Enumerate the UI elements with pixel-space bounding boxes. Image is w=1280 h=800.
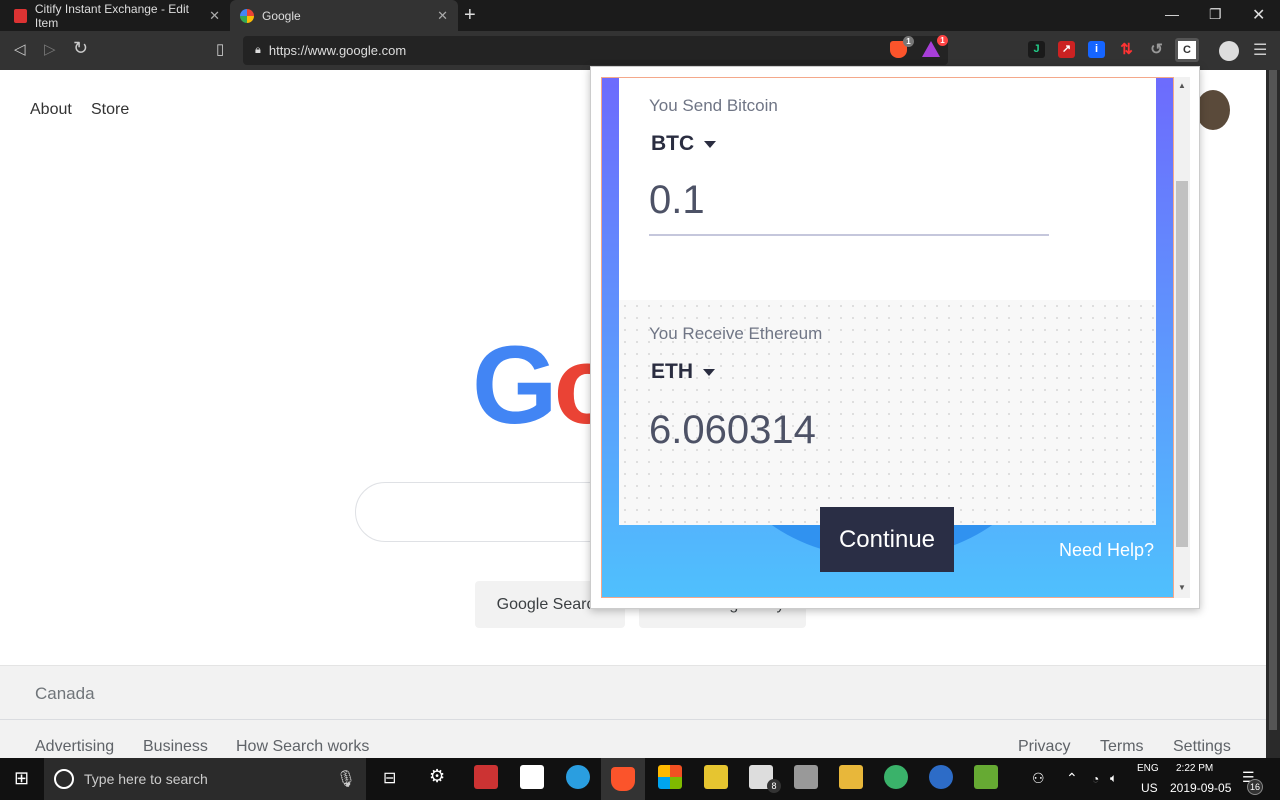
country-label: Canada [35, 684, 95, 703]
mail-icon[interactable]: 8 [749, 765, 781, 793]
extension-popup: You Send Bitcoin BTC 0.1 You Receive Eth… [590, 66, 1200, 609]
brave-rewards-icon[interactable]: 1 [922, 35, 948, 57]
about-link[interactable]: About [30, 101, 72, 119]
tray-chevron-icon[interactable]: ⌃ [1066, 770, 1078, 787]
menu-icon[interactable]: ☰ [1253, 40, 1267, 60]
need-help-link[interactable]: Need Help? [1059, 540, 1154, 561]
send-label: You Send Bitcoin [649, 96, 778, 115]
telegram-icon[interactable] [566, 765, 590, 789]
brave-taskbar-active[interactable] [601, 758, 645, 800]
rewards-badge: 1 [937, 35, 948, 46]
privacy-link[interactable]: Privacy [1018, 738, 1070, 756]
bookmark-icon[interactable]: ▯ [216, 40, 224, 58]
volume-icon[interactable]: 🔈︎ [1110, 771, 1117, 786]
close-tab-icon[interactable]: ✕ [209, 8, 220, 24]
user-avatar[interactable] [1196, 90, 1230, 130]
microphone-icon[interactable]: 🎙︎ [336, 769, 356, 789]
clock-date[interactable]: 2019-09-05 [1170, 781, 1231, 795]
app-icon[interactable] [884, 765, 908, 789]
scroll-down-icon[interactable]: ▼ [1178, 583, 1186, 592]
advertising-link[interactable]: Advertising [35, 738, 114, 756]
footer-divider [0, 719, 1266, 720]
tab-title: Google [262, 8, 301, 23]
tab-title: Citify Instant Exchange - Edit Item [34, 1, 189, 30]
cortana-icon [54, 769, 74, 789]
address-bar[interactable]: 🔒︎ https://www.google.com [243, 36, 948, 65]
brave-shield-icon[interactable]: 1 [890, 36, 914, 58]
wifi-icon[interactable]: ◔ [1092, 772, 1099, 786]
receive-amount: 6.060314 [649, 408, 816, 452]
caret-down-icon [704, 140, 717, 148]
shield-badge: 1 [903, 36, 914, 47]
send-amount: 0.1 [649, 178, 705, 222]
restore-icon[interactable]: ❐ [1209, 6, 1222, 23]
app-icon[interactable] [474, 765, 498, 789]
tab-bar: Citify Instant Exchange - Edit Item ✕ Go… [0, 0, 1280, 31]
mail-badge: 8 [767, 779, 781, 793]
app-icon[interactable] [974, 765, 998, 789]
citify-favicon [14, 8, 27, 23]
url-text: https://www.google.com [268, 43, 407, 58]
minimize-icon[interactable]: — [1165, 6, 1179, 22]
caret-down-icon [703, 368, 715, 376]
receive-section: You Receive Ethereum ETH 6.060314 [619, 300, 1156, 525]
file-explorer-icon[interactable] [839, 765, 863, 789]
close-tab-icon[interactable]: ✕ [437, 8, 448, 24]
store-icon[interactable] [658, 765, 682, 789]
send-amount-input[interactable]: 0.1 [649, 178, 1049, 236]
app-icon[interactable] [520, 765, 544, 789]
continue-button[interactable]: Continue [820, 507, 954, 572]
tab-google[interactable]: Google ✕ [230, 0, 458, 31]
new-tab-icon[interactable]: + [464, 4, 476, 27]
forward-icon[interactable]: ▷ [44, 40, 56, 58]
profile-avatar[interactable] [1219, 41, 1239, 61]
terms-link[interactable]: Terms [1100, 738, 1144, 756]
extension-arrow-icon[interactable]: ↗ [1058, 41, 1075, 58]
people-icon[interactable]: ⚇ [1032, 770, 1045, 787]
tab-citify[interactable]: Citify Instant Exchange - Edit Item ✕ [4, 0, 230, 31]
app-icon[interactable] [929, 765, 953, 789]
app-icon[interactable] [704, 765, 728, 789]
store-link[interactable]: Store [91, 101, 129, 119]
google-favicon [240, 8, 254, 23]
app-icon[interactable] [794, 765, 818, 789]
task-view-icon[interactable]: ⊟ [383, 768, 396, 788]
history-icon[interactable]: ↺ [1148, 41, 1165, 58]
windows-start-icon[interactable]: ⊞ [14, 768, 29, 789]
close-window-icon[interactable]: ✕ [1252, 5, 1265, 25]
exchange-card: You Send Bitcoin BTC 0.1 You Receive Eth… [619, 78, 1156, 525]
popup-scrollbar[interactable]: ▲ ▼ [1174, 77, 1190, 598]
lock-icon: 🔒︎ [255, 44, 261, 56]
settings-icon[interactable]: ⚙ [429, 766, 445, 787]
clock-time[interactable]: 2:22 PM [1176, 763, 1213, 774]
settings-link[interactable]: Settings [1173, 738, 1231, 756]
reload-icon[interactable]: ↻ [73, 38, 88, 59]
send-coin: BTC [651, 132, 695, 155]
extension-transfer-icon[interactable]: ⇅ [1118, 41, 1135, 58]
receive-coin: ETH [651, 360, 693, 383]
language-bottom[interactable]: US [1141, 781, 1158, 795]
business-link[interactable]: Business [143, 738, 208, 756]
exchange-panel: You Send Bitcoin BTC 0.1 You Receive Eth… [601, 77, 1174, 598]
notification-count: 16 [1247, 779, 1263, 795]
language-top[interactable]: ENG [1137, 763, 1159, 774]
citify-extension-icon[interactable]: C [1175, 38, 1199, 62]
send-coin-select[interactable]: BTC [651, 132, 717, 156]
page-scrollbar[interactable] [1266, 70, 1280, 758]
receive-coin-select[interactable]: ETH [651, 360, 715, 384]
extension-info-icon[interactable]: i [1088, 41, 1105, 58]
receive-label: You Receive Ethereum [649, 324, 823, 343]
search-placeholder: Type here to search [84, 771, 208, 787]
scroll-up-icon[interactable]: ▲ [1178, 81, 1186, 90]
extension-green-icon[interactable]: J [1028, 41, 1045, 58]
back-icon[interactable]: ◁ [14, 40, 26, 58]
taskbar-search[interactable]: Type here to search 🎙︎ [44, 758, 366, 800]
how-search-works-link[interactable]: How Search works [236, 738, 369, 756]
